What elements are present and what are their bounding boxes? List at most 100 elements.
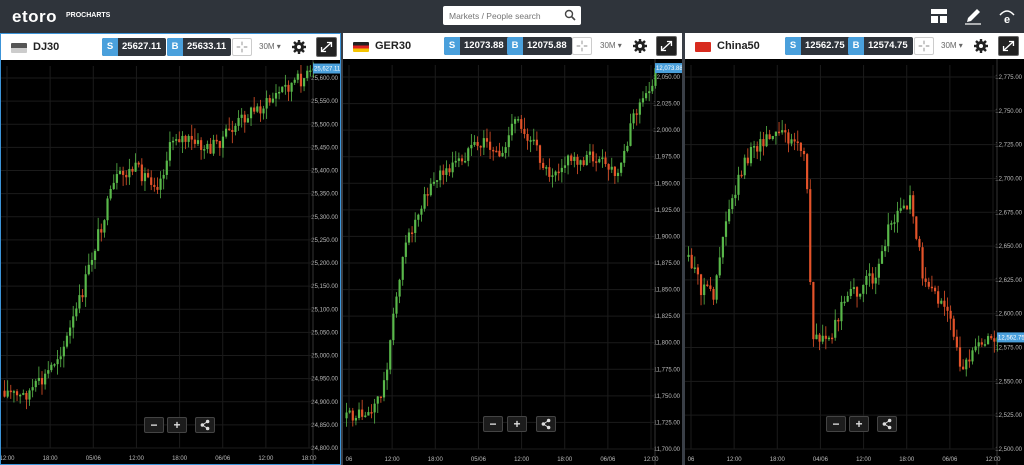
expand-icon[interactable] bbox=[656, 36, 677, 56]
candle-body bbox=[542, 162, 545, 169]
y-tick-label: 25,200.00 bbox=[311, 261, 338, 267]
zoom-out-button[interactable]: − bbox=[826, 416, 846, 432]
candle-body bbox=[3, 390, 6, 397]
candle-body bbox=[376, 396, 379, 404]
price-chart[interactable]: 12,775.00 12,750.00 12,725.00 12,700.00 12,6… bbox=[685, 59, 1024, 465]
buy-button[interactable]: B 12075.88 bbox=[507, 37, 572, 55]
share-icon[interactable] bbox=[877, 416, 897, 432]
price-chart[interactable]: 25,600.00 25,550.00 25,500.00 25,450.00 25,4… bbox=[1, 60, 340, 464]
candle-body bbox=[22, 392, 25, 395]
pencil-icon[interactable] bbox=[963, 6, 983, 26]
candle-body bbox=[843, 301, 846, 304]
expand-icon[interactable] bbox=[998, 36, 1019, 56]
candle-body bbox=[943, 300, 946, 307]
current-price-label: 25,627.11 bbox=[314, 67, 340, 73]
candle-body bbox=[345, 412, 348, 419]
candle-body bbox=[712, 288, 715, 300]
sell-button[interactable]: S 12562.75 bbox=[785, 37, 850, 55]
zoom-out-button[interactable]: − bbox=[483, 416, 503, 432]
candle-body bbox=[699, 274, 703, 296]
search-icon[interactable] bbox=[564, 9, 576, 21]
etoro-logo[interactable]: etoro bbox=[12, 7, 57, 27]
sell-button[interactable]: S 12073.88 bbox=[444, 37, 509, 55]
y-tick-label: 12,675.00 bbox=[995, 210, 1022, 216]
zoom-in-button[interactable]: + bbox=[167, 417, 187, 433]
candle-body bbox=[93, 250, 97, 260]
timeframe-select[interactable]: 30M ▾ bbox=[941, 41, 963, 50]
buy-tag: B bbox=[848, 37, 864, 55]
y-tick-label: 11,825.00 bbox=[654, 314, 681, 320]
timeframe-select[interactable]: 30M ▾ bbox=[259, 42, 281, 51]
chart-panel-ger30[interactable]: GER30 S 12073.88 B 12075.88 30M ▾ 12,050… bbox=[343, 33, 682, 465]
candle-body bbox=[834, 319, 837, 338]
sell-button[interactable]: S 25627.11 bbox=[102, 38, 167, 56]
y-tick-label: 25,500.00 bbox=[311, 122, 338, 128]
y-tick-label: 25,250.00 bbox=[311, 238, 338, 244]
buy-button[interactable]: B 25633.11 bbox=[167, 38, 232, 56]
candle-body bbox=[200, 140, 203, 150]
etoro-e-icon[interactable]: e bbox=[997, 6, 1017, 26]
candle-body bbox=[178, 139, 181, 143]
candle-body bbox=[865, 275, 868, 285]
expand-icon[interactable] bbox=[316, 37, 337, 57]
timeframe-select[interactable]: 30M ▾ bbox=[600, 41, 622, 50]
y-tick-label: 24,850.00 bbox=[311, 423, 338, 429]
candle-body bbox=[573, 156, 576, 161]
search-box[interactable] bbox=[443, 6, 581, 25]
candle-body bbox=[706, 284, 709, 287]
candle-body bbox=[118, 170, 122, 175]
instrument-name[interactable]: DJ30 bbox=[33, 41, 59, 53]
candle-body bbox=[912, 195, 915, 217]
candle-body bbox=[896, 210, 899, 223]
x-tick-label: 18:00 bbox=[557, 457, 573, 463]
gear-icon[interactable] bbox=[291, 39, 307, 55]
candle-body bbox=[165, 160, 168, 175]
search-input[interactable] bbox=[449, 8, 559, 23]
zoom-in-button[interactable]: + bbox=[849, 416, 869, 432]
y-tick-label: 11,875.00 bbox=[654, 261, 681, 267]
candle-body bbox=[193, 139, 196, 144]
candle-body bbox=[793, 139, 796, 142]
candle-body bbox=[899, 208, 902, 211]
candle-body bbox=[115, 174, 118, 183]
candle-body bbox=[526, 133, 529, 141]
chart-panel-china50[interactable]: China50 S 12562.75 B 12574.75 30M ▾ 12,7… bbox=[685, 33, 1024, 465]
share-icon[interactable] bbox=[195, 417, 215, 433]
gear-icon[interactable] bbox=[632, 38, 648, 54]
chart-panel-dj30[interactable]: DJ30 S 25627.11 B 25633.11 30M ▾ 25,600.… bbox=[0, 33, 341, 465]
candle-body bbox=[986, 336, 990, 345]
crosshair-icon[interactable] bbox=[572, 37, 592, 55]
candle-body bbox=[420, 208, 423, 215]
candle-body bbox=[715, 275, 718, 300]
crosshair-icon[interactable] bbox=[232, 38, 252, 56]
candle-body bbox=[56, 359, 59, 365]
candle-body bbox=[398, 279, 401, 297]
x-tick-label: 05/06 bbox=[471, 457, 487, 463]
candle-body bbox=[731, 198, 734, 210]
grid bbox=[343, 65, 655, 450]
zoom-out-button[interactable]: − bbox=[144, 417, 164, 433]
app-root: etoro PROCHARTS e DJ30 S25 bbox=[0, 0, 1024, 465]
candle-body bbox=[47, 370, 50, 374]
instrument-name[interactable]: China50 bbox=[717, 40, 760, 52]
crosshair-icon[interactable] bbox=[914, 37, 934, 55]
x-tick-label: 18:00 bbox=[428, 457, 444, 463]
candle-body bbox=[423, 194, 426, 209]
buy-button[interactable]: B 12574.75 bbox=[848, 37, 913, 55]
share-icon[interactable] bbox=[536, 416, 556, 432]
grid bbox=[1, 66, 313, 449]
candle-body bbox=[171, 140, 175, 143]
candle-body bbox=[812, 281, 815, 340]
candle-body bbox=[952, 318, 955, 337]
candle-body bbox=[401, 256, 404, 280]
candle-body bbox=[485, 138, 489, 142]
layout-icon[interactable] bbox=[929, 6, 949, 26]
candle-body bbox=[595, 161, 598, 163]
candle-body bbox=[72, 316, 75, 328]
zoom-in-button[interactable]: + bbox=[507, 416, 527, 432]
candle-body bbox=[551, 175, 554, 177]
price-chart[interactable]: 12,050.00 12,025.00 12,000.00 11,975.00 11,9… bbox=[343, 59, 682, 465]
gear-icon[interactable] bbox=[973, 38, 989, 54]
candle-body bbox=[965, 359, 968, 370]
instrument-name[interactable]: GER30 bbox=[375, 40, 411, 52]
